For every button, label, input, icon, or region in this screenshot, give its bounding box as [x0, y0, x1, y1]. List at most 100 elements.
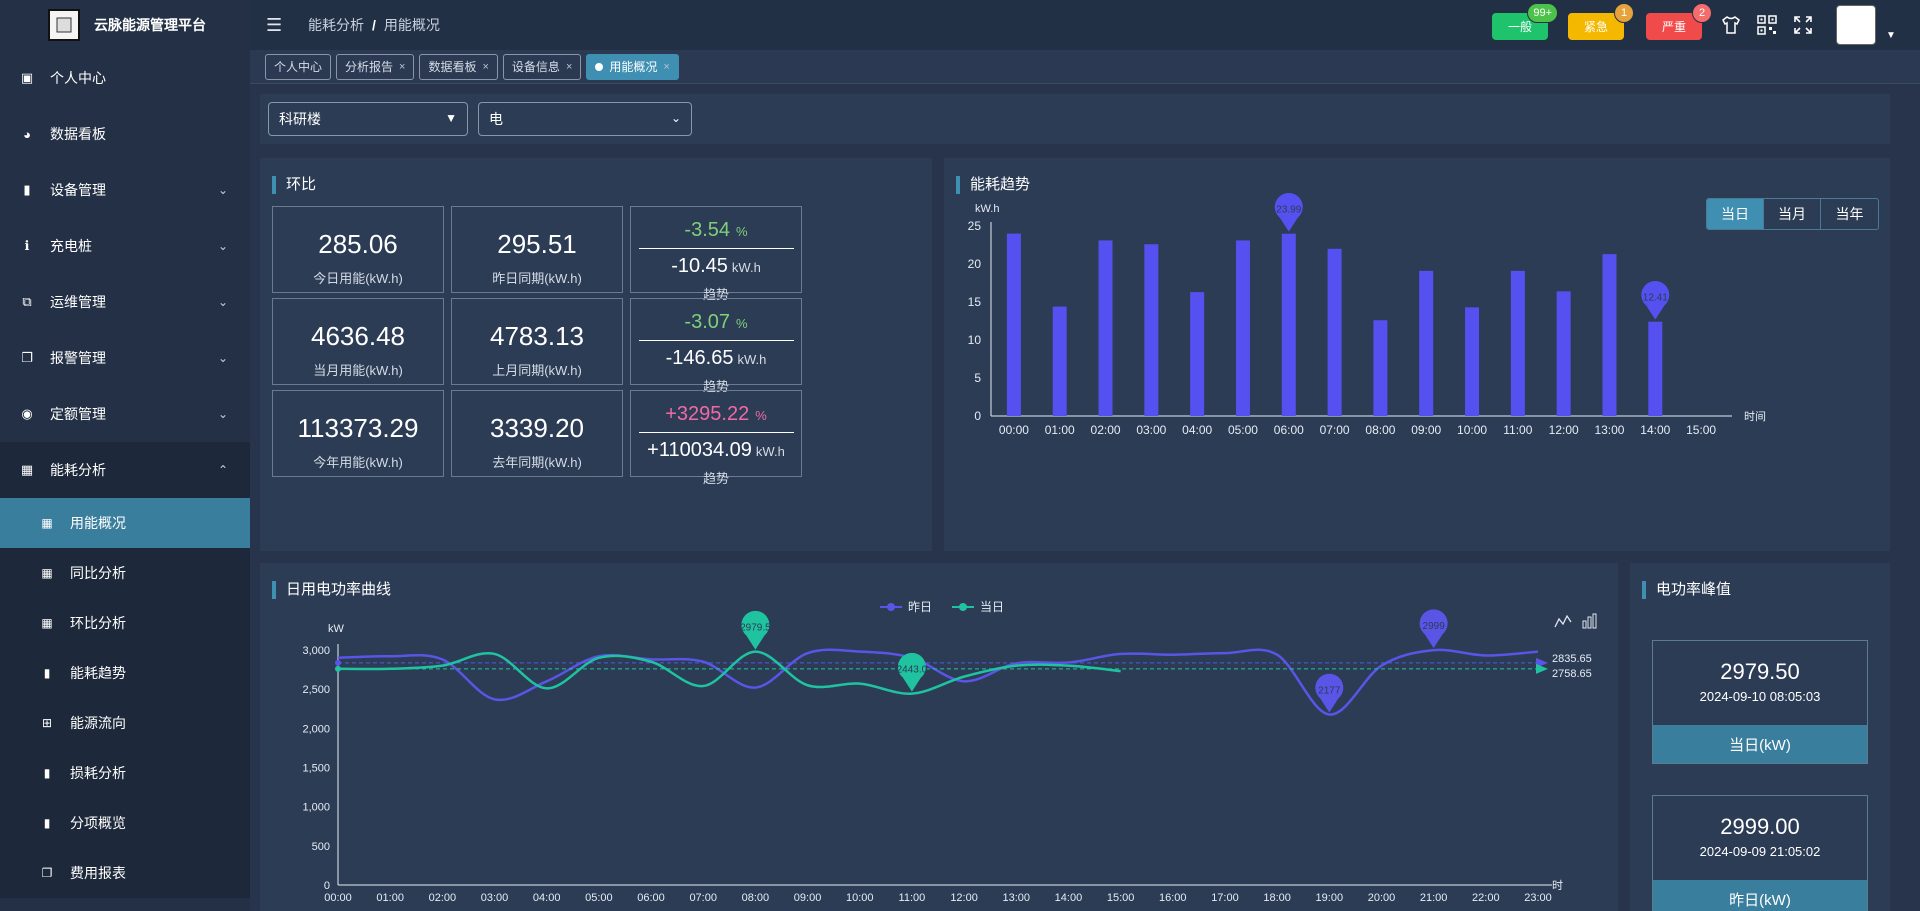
sidebar-item[interactable]: ℹ 充电桩 ⌄ — [0, 218, 250, 274]
alarm-button[interactable]: 紧急 1 — [1568, 3, 1634, 40]
series-line[interactable] — [337, 648, 1539, 716]
hamburger-icon[interactable]: ☰ — [266, 15, 286, 36]
breadcrumb-item[interactable]: 能耗分析 — [308, 17, 364, 33]
breadcrumb-separator: / — [372, 17, 376, 33]
panel-title: 环比 — [272, 176, 316, 194]
breadcrumb: 能耗分析 / 用能概况 — [308, 15, 440, 35]
mean-label: 2758.65 — [1552, 668, 1592, 680]
dashboard-icon: ▣ — [20, 70, 34, 85]
bar[interactable] — [1648, 321, 1663, 416]
x-tick-label: 17:00 — [1211, 892, 1239, 904]
fullscreen-icon[interactable] — [1792, 14, 1814, 36]
series-marker: 2979.5 — [740, 610, 771, 650]
x-tick-label: 13:00 — [1002, 892, 1030, 904]
close-icon[interactable]: × — [399, 61, 405, 73]
chevron-down-icon: ⌄ — [217, 295, 228, 309]
x-tick-label: 10:00 — [846, 892, 874, 904]
bar[interactable] — [1190, 292, 1205, 416]
bar[interactable] — [1052, 306, 1067, 416]
x-tick-label: 15:00 — [1686, 423, 1716, 437]
sidebar-item[interactable]: ⧉ 运维管理 ⌄ — [0, 274, 250, 330]
close-icon[interactable]: × — [566, 61, 572, 73]
bar[interactable] — [1419, 270, 1434, 416]
alarm-button[interactable]: 严重 2 — [1646, 3, 1712, 40]
trend-absolute-value: -146.65 — [665, 347, 734, 369]
bar[interactable] — [1144, 244, 1159, 416]
stat-value: 4783.13 — [490, 321, 584, 351]
x-tick-label: 00:00 — [324, 892, 352, 904]
submenu-item[interactable]: ▮ 损耗分析 — [0, 748, 250, 798]
sidebar-item[interactable]: ◉ 定额管理 ⌄ — [0, 386, 250, 442]
close-icon[interactable]: × — [482, 61, 488, 73]
submenu-item[interactable]: ▦ 环比分析 — [0, 598, 250, 648]
stat-trend: -3.54% -10.45 kW.h 趋势 — [630, 206, 802, 302]
submenu-item-label: 用能概况 — [70, 515, 126, 531]
stat-label: 今年用能(kW.h) — [313, 455, 403, 470]
logo-icon — [48, 9, 80, 41]
bar[interactable] — [1510, 270, 1525, 416]
y-tick-label: 2,500 — [302, 684, 330, 696]
bar[interactable] — [1281, 233, 1296, 416]
bar-chart-icon: ▮ — [43, 766, 51, 780]
series-line[interactable] — [337, 650, 1121, 695]
percent-unit: % — [736, 224, 748, 239]
legend-label[interactable]: 当日 — [980, 600, 1004, 614]
bar[interactable] — [1602, 254, 1617, 416]
x-tick-label: 08:00 — [1365, 423, 1395, 437]
alarm-label: 一般 — [1507, 20, 1532, 34]
submenu: ▦ 用能概况 ▦ 同比分析 ▦ 环比分析 ▮ 能耗趋势 ⊞ 能源流向 ▮ 损耗分析 ▮ 分项概览 ❐ 费用报表 — [0, 498, 250, 898]
submenu-item[interactable]: ▮ 分项概览 — [0, 798, 250, 848]
bar[interactable] — [1098, 240, 1113, 416]
unit-label: kW.h — [731, 260, 761, 275]
table-icon: ▦ — [41, 516, 53, 530]
building-select-value: 科研楼 — [279, 111, 321, 127]
x-tick-label: 19:00 — [1316, 892, 1344, 904]
submenu-item[interactable]: ▦ 用能概况 — [0, 498, 250, 548]
bar[interactable] — [1373, 320, 1388, 416]
bar[interactable] — [1465, 307, 1480, 416]
qrcode-icon[interactable] — [1756, 14, 1778, 36]
sidebar-item-label: 个人中心 — [50, 70, 106, 86]
bar[interactable] — [1556, 291, 1571, 416]
sidebar-item[interactable]: ▮ 设备管理 ⌄ — [0, 162, 250, 218]
x-tick-label: 07:00 — [1320, 423, 1350, 437]
y-tick-label: 3,000 — [302, 645, 330, 657]
legend-label[interactable]: 昨日 — [908, 600, 932, 614]
filter-bar: 科研楼 ▼ 电 ⌄ — [260, 94, 1890, 144]
tab-item[interactable]: 数据看板 × — [419, 53, 498, 80]
close-icon[interactable]: × — [663, 61, 669, 73]
bar[interactable] — [1006, 233, 1021, 416]
sidebar-item[interactable]: ◕ 数据看板 — [0, 106, 250, 162]
divider — [638, 248, 794, 249]
stat-label: 上月同期(kW.h) — [492, 363, 582, 378]
sidebar-item[interactable]: ❐ 报警管理 ⌄ — [0, 330, 250, 386]
sidebar-item[interactable]: ▣ 个人中心 — [0, 50, 250, 106]
sidebar-item-energy-analysis[interactable]: ▦ 能耗分析 ⌃ — [0, 442, 250, 498]
avatar[interactable] — [1836, 5, 1876, 45]
tab-item[interactable]: 设备信息 × — [502, 53, 582, 80]
stat-value: 3339.20 — [490, 413, 584, 443]
submenu-item[interactable]: ▮ 能耗趋势 — [0, 648, 250, 698]
alarm-button[interactable]: 一般 99+ — [1492, 3, 1558, 40]
x-tick-label: 15:00 — [1107, 892, 1135, 904]
chevron-down-icon: ⌄ — [217, 351, 228, 365]
bar[interactable] — [1327, 248, 1342, 416]
x-tick-label: 21:00 — [1420, 892, 1448, 904]
chevron-down-icon: ⌄ — [217, 407, 228, 421]
tab-item[interactable]: 用能概况 × — [586, 53, 679, 80]
shirt-icon[interactable] — [1720, 14, 1742, 36]
submenu-item[interactable]: ⊞ 能源流向 — [0, 698, 250, 748]
submenu-item[interactable]: ❐ 费用报表 — [0, 848, 250, 898]
tab-item[interactable]: 个人中心 — [265, 53, 332, 80]
brand[interactable]: 云脉能源管理平台 — [0, 0, 250, 50]
building-select[interactable]: 科研楼 ▼ — [268, 102, 468, 136]
svg-text:2999: 2999 — [1423, 621, 1446, 632]
bar[interactable] — [1235, 240, 1250, 416]
caret-down-icon[interactable]: ▼ — [1886, 30, 1896, 41]
gauge-icon: ◕ — [23, 126, 31, 142]
copy-icon: ❐ — [21, 350, 33, 365]
x-tick-label: 00:00 — [999, 423, 1029, 437]
submenu-item[interactable]: ▦ 同比分析 — [0, 548, 250, 598]
tab-item[interactable]: 分析报告 × — [336, 53, 415, 80]
energy-type-select[interactable]: 电 ⌄ — [478, 102, 692, 136]
